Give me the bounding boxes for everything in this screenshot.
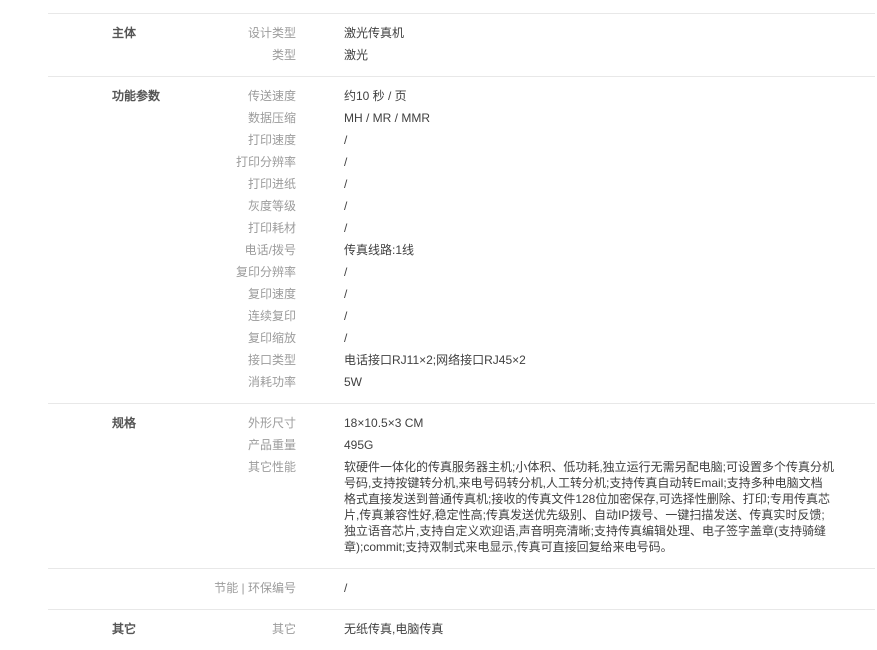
attr-label: 打印进纸 [196, 173, 296, 195]
spec-row: 设计类型 激光传真机 [196, 22, 875, 44]
spec-row: 消耗功率 5W [196, 371, 875, 393]
attr-value: / [344, 577, 347, 599]
spec-row: 类型 激光 [196, 44, 875, 66]
attr-label: 接口类型 [196, 349, 296, 371]
attr-value: 软硬件一体化的传真服务器主机;小体积、低功耗,独立运行无需另配电脑;可设置多个传… [344, 456, 834, 558]
attr-value: / [344, 151, 347, 173]
section-title [112, 577, 196, 599]
attr-label: 数据压缩 [196, 107, 296, 129]
section-rows: 设计类型 激光传真机 类型 激光 [196, 22, 875, 66]
attr-label: 打印耗材 [196, 217, 296, 239]
section-title: 功能参数 [112, 85, 196, 393]
spec-row: 打印耗材 / [196, 217, 875, 239]
attr-label: 灰度等级 [196, 195, 296, 217]
attr-label: 复印缩放 [196, 327, 296, 349]
spec-row: 打印速度 / [196, 129, 875, 151]
attr-label: 其它性能 [196, 456, 296, 478]
section-title: 主体 [112, 22, 196, 66]
attr-value: 无纸传真,电脑传真 [344, 618, 443, 640]
attr-value: / [344, 261, 347, 283]
spec-section: 节能 | 环保编号 / [48, 568, 875, 609]
attr-label: 外形尺寸 [196, 412, 296, 434]
attr-value: 18×10.5×3 CM [344, 412, 423, 434]
spec-section: 功能参数 传送速度 约10 秒 / 页 数据压缩 MH / MR / MMR 打… [48, 76, 875, 403]
attr-label: 设计类型 [196, 22, 296, 44]
spec-section: 其它 其它 无纸传真,电脑传真 [48, 609, 875, 650]
spec-row: 连续复印 / [196, 305, 875, 327]
spec-row: 数据压缩 MH / MR / MMR [196, 107, 875, 129]
attr-label: 类型 [196, 44, 296, 66]
spec-row: 传送速度 约10 秒 / 页 [196, 85, 875, 107]
spec-row: 接口类型 电话接口RJ11×2;网络接口RJ45×2 [196, 349, 875, 371]
attr-label: 打印速度 [196, 129, 296, 151]
attr-value: / [344, 129, 347, 151]
attr-value: 5W [344, 371, 362, 393]
spec-row: 复印缩放 / [196, 327, 875, 349]
attr-value: 电话接口RJ11×2;网络接口RJ45×2 [344, 349, 526, 371]
attr-value: / [344, 173, 347, 195]
spec-row: 复印速度 / [196, 283, 875, 305]
attr-value: / [344, 217, 347, 239]
spec-row: 其它性能 软硬件一体化的传真服务器主机;小体积、低功耗,独立运行无需另配电脑;可… [196, 456, 875, 558]
attr-label: 电话/拨号 [196, 239, 296, 261]
spec-row: 打印分辨率 / [196, 151, 875, 173]
spec-row: 灰度等级 / [196, 195, 875, 217]
spec-row: 其它 无纸传真,电脑传真 [196, 618, 875, 640]
section-rows: 传送速度 约10 秒 / 页 数据压缩 MH / MR / MMR 打印速度 /… [196, 85, 875, 393]
section-title: 其它 [112, 618, 196, 640]
attr-value: / [344, 305, 347, 327]
attr-label: 传送速度 [196, 85, 296, 107]
attr-value: / [344, 195, 347, 217]
attr-value: MH / MR / MMR [344, 107, 430, 129]
spec-table: 主体 设计类型 激光传真机 类型 激光 功能参数 传送速度 约10 秒 / 页 … [48, 13, 875, 650]
attr-label: 复印分辨率 [196, 261, 296, 283]
section-rows: 其它 无纸传真,电脑传真 [196, 618, 875, 640]
attr-value: 激光传真机 [344, 22, 404, 44]
spec-row: 外形尺寸 18×10.5×3 CM [196, 412, 875, 434]
attr-value: 传真线路:1线 [344, 239, 414, 261]
attr-value: 495G [344, 434, 373, 456]
attr-label: 消耗功率 [196, 371, 296, 393]
attr-label: 产品重量 [196, 434, 296, 456]
attr-value: 激光 [344, 44, 368, 66]
attr-label: 连续复印 [196, 305, 296, 327]
section-title: 规格 [112, 412, 196, 558]
attr-label: 其它 [196, 618, 296, 640]
spec-row: 复印分辨率 / [196, 261, 875, 283]
spec-section: 规格 外形尺寸 18×10.5×3 CM 产品重量 495G 其它性能 软硬件一… [48, 403, 875, 568]
spec-row: 产品重量 495G [196, 434, 875, 456]
spec-row: 节能 | 环保编号 / [196, 577, 875, 599]
attr-label: 打印分辨率 [196, 151, 296, 173]
section-rows: 外形尺寸 18×10.5×3 CM 产品重量 495G 其它性能 软硬件一体化的… [196, 412, 875, 558]
attr-value: / [344, 283, 347, 305]
attr-label: 复印速度 [196, 283, 296, 305]
spec-row: 电话/拨号 传真线路:1线 [196, 239, 875, 261]
spec-row: 打印进纸 / [196, 173, 875, 195]
spec-section: 主体 设计类型 激光传真机 类型 激光 [48, 13, 875, 76]
section-rows: 节能 | 环保编号 / [196, 577, 875, 599]
attr-value: 约10 秒 / 页 [344, 85, 407, 107]
attr-label: 节能 | 环保编号 [196, 577, 296, 599]
attr-value: / [344, 327, 347, 349]
